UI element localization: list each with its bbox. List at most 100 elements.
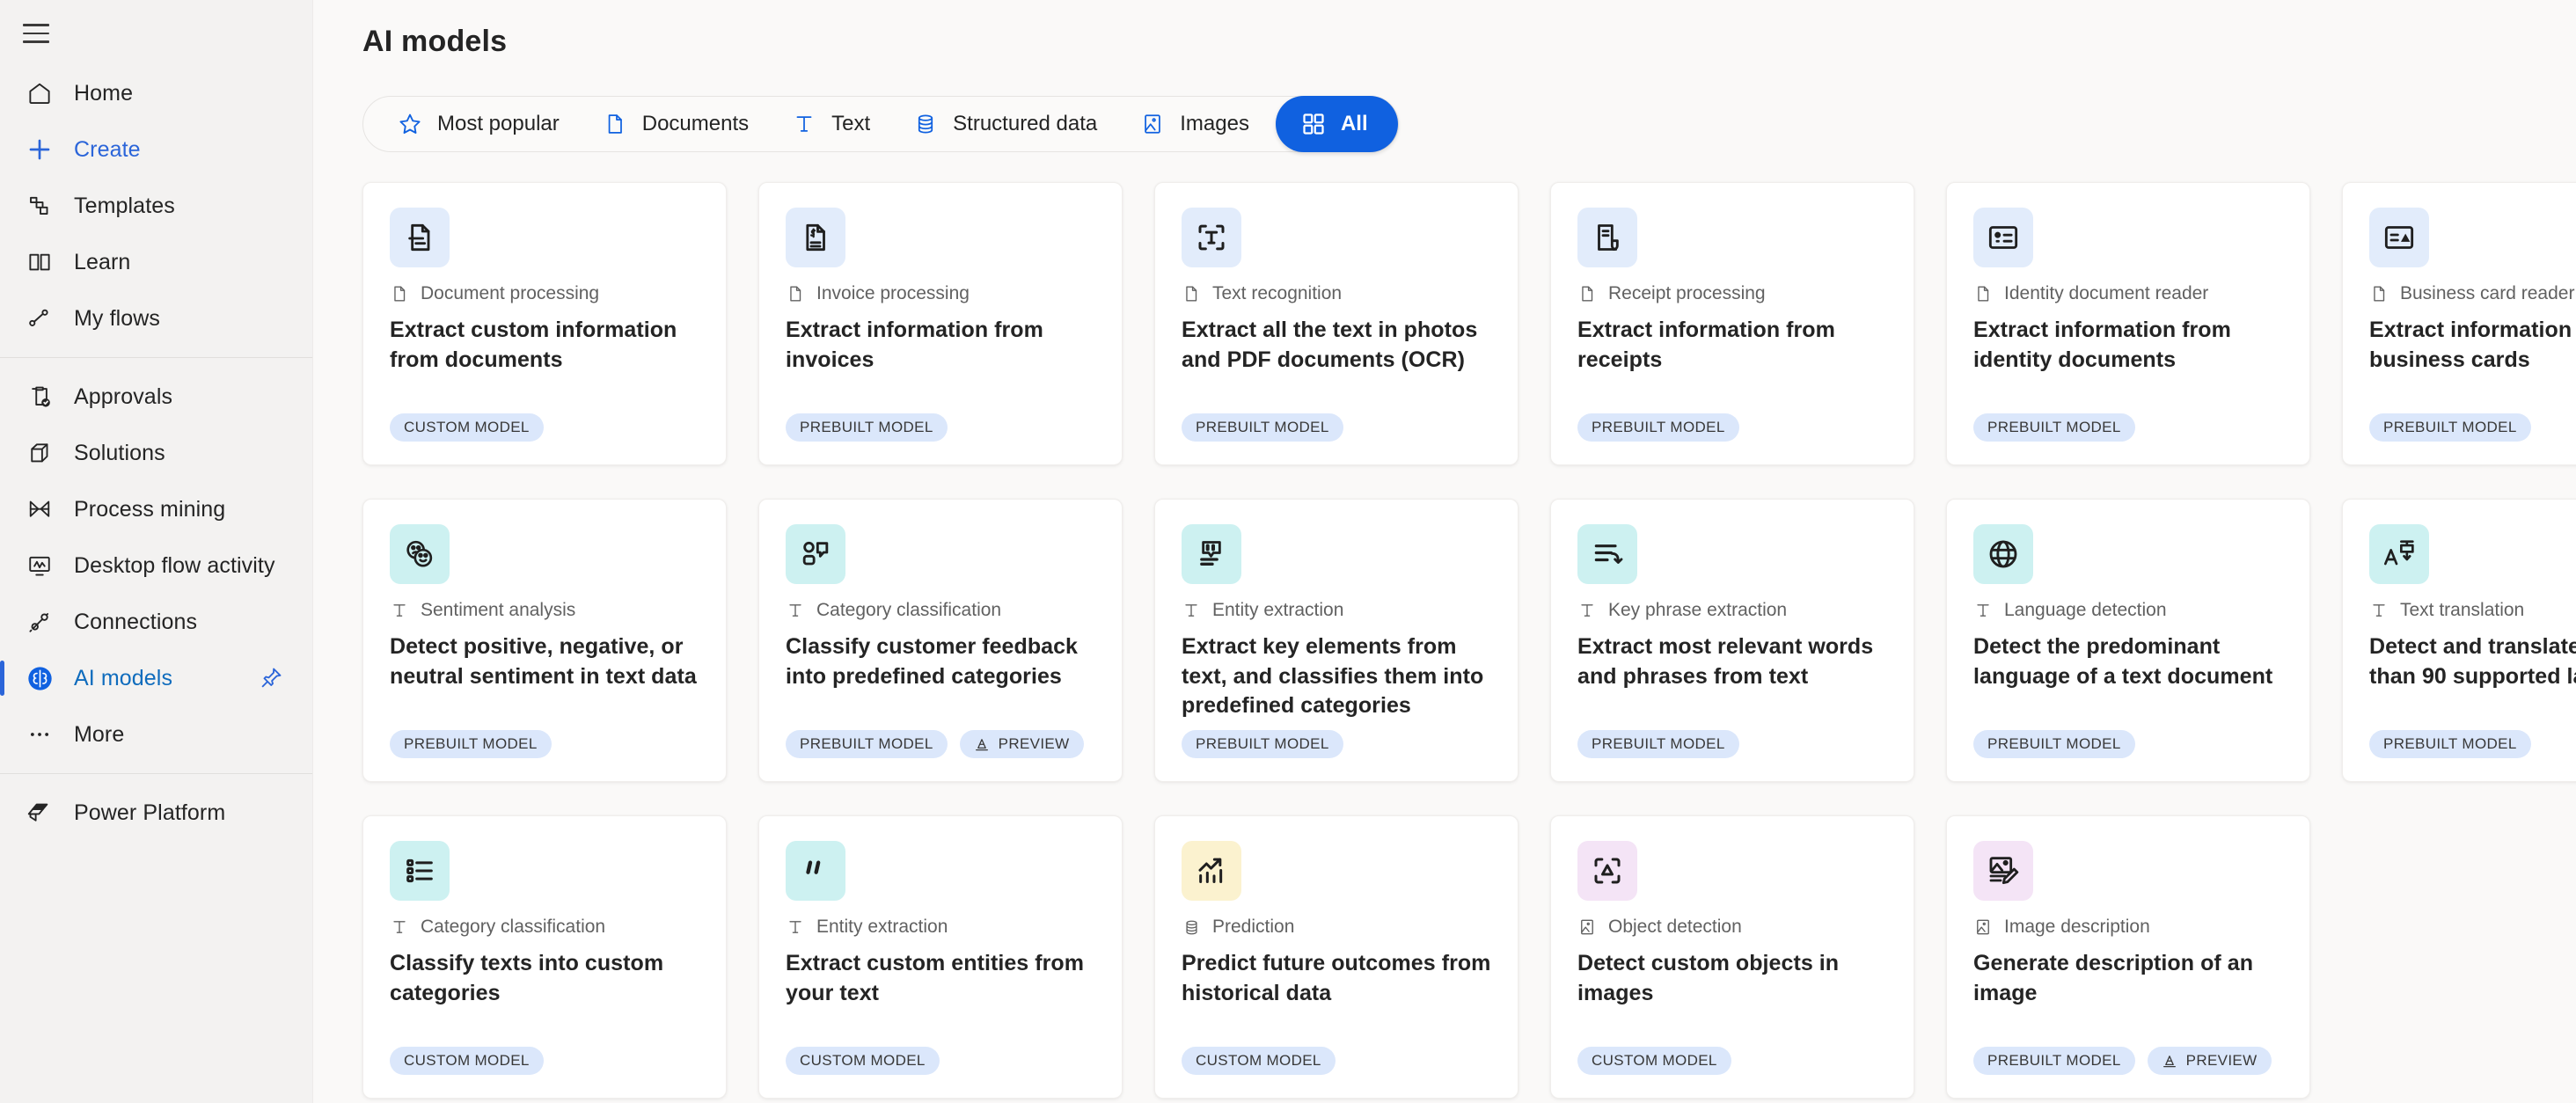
sidebar-item-solutions[interactable]: Solutions bbox=[0, 425, 312, 481]
object-detection-icon bbox=[1577, 841, 1637, 901]
status-badge-label: PREBUILT MODEL bbox=[404, 735, 538, 752]
sidebar-item-learn[interactable]: Learn bbox=[0, 234, 312, 290]
document-icon bbox=[1577, 283, 1597, 304]
filter-tab-most-popular[interactable]: Most popular bbox=[376, 99, 581, 149]
globe-icon bbox=[1973, 524, 2033, 584]
filter-tab-all[interactable]: All bbox=[1275, 96, 1398, 152]
card-kind-label: Invoice processing bbox=[816, 283, 970, 303]
pin-icon[interactable] bbox=[258, 665, 284, 691]
status-badge: PREBUILT MODEL bbox=[390, 730, 552, 758]
hamburger-bar bbox=[23, 24, 49, 26]
ai-model-card[interactable]: Sentiment analysis Detect positive, negat… bbox=[362, 499, 727, 782]
card-kind: Object detection bbox=[1577, 917, 1887, 938]
ai-model-card[interactable]: Entity extraction Extract custom entities… bbox=[758, 815, 1123, 1099]
ai-model-card[interactable]: Key phrase extraction Extract most releva… bbox=[1550, 499, 1914, 782]
ai-model-card[interactable]: Document processing Extract custom inform… bbox=[362, 182, 727, 465]
card-title: Detect custom objects in images bbox=[1577, 951, 1840, 1005]
card-kind: Key phrase extraction bbox=[1577, 600, 1887, 621]
sidebar-item-templates[interactable]: Templates bbox=[0, 178, 312, 234]
card-kind-label: Document processing bbox=[421, 283, 600, 303]
desktop-flow-icon bbox=[25, 551, 55, 581]
card-badges: PREBUILT MODEL PREVIEW bbox=[1973, 1047, 2283, 1098]
card-badges: PREBUILT MODEL PREVIEW bbox=[786, 730, 1095, 781]
translate-icon bbox=[2369, 524, 2429, 584]
sidebar-item-ai-models[interactable]: AI models bbox=[0, 650, 312, 706]
sidebar-item-connections[interactable]: Connections bbox=[0, 594, 312, 650]
filter-tab-images[interactable]: Images bbox=[1118, 99, 1270, 149]
approvals-icon bbox=[25, 382, 55, 412]
ai-model-card[interactable]: Identity document reader Extract informat… bbox=[1946, 182, 2310, 465]
card-badges: PREBUILT MODEL bbox=[786, 413, 1095, 464]
ai-model-card[interactable]: Category classification Classify customer… bbox=[758, 499, 1123, 782]
sidebar: Home Create Templates Learn My flows Approval… bbox=[0, 0, 313, 1103]
card-badges: CUSTOM MODEL bbox=[786, 1047, 1095, 1098]
status-badge-label: PREBUILT MODEL bbox=[1196, 419, 1329, 435]
status-badge: CUSTOM MODEL bbox=[1577, 1047, 1731, 1075]
ai-model-card[interactable]: Text recognition Extract all the text in … bbox=[1154, 182, 1519, 465]
card-badges: PREBUILT MODEL bbox=[2369, 730, 2576, 781]
status-badge-label: PREVIEW bbox=[2185, 1052, 2258, 1069]
filter-tab-structured-data[interactable]: Structured data bbox=[891, 99, 1118, 149]
status-badge: CUSTOM MODEL bbox=[786, 1047, 940, 1075]
card-kind-label: Business card reader bbox=[2400, 283, 2575, 303]
ai-model-card[interactable]: Image description Generate description of… bbox=[1946, 815, 2310, 1099]
ai-model-card[interactable]: Invoice processing Extract information fr… bbox=[758, 182, 1123, 465]
invoice-icon bbox=[786, 208, 845, 267]
filter-tab-label: Documents bbox=[641, 112, 750, 135]
ai-model-card[interactable]: Text translation Detect and translate mor… bbox=[2342, 499, 2576, 782]
database-icon bbox=[1182, 917, 1201, 938]
card-kind: Category classification bbox=[786, 600, 1095, 621]
card-title: Extract most relevant words and phrases … bbox=[1577, 634, 1874, 689]
card-kind-label: Entity extraction bbox=[1212, 600, 1344, 620]
card-title: Predict future outcomes from historical … bbox=[1182, 951, 1491, 1005]
filter-tab-documents[interactable]: Documents bbox=[581, 99, 770, 149]
card-kind-label: Identity document reader bbox=[2004, 283, 2209, 303]
text-icon bbox=[1577, 600, 1597, 621]
card-title: Extract custom information from document… bbox=[390, 318, 677, 372]
power-platform-icon bbox=[25, 798, 55, 828]
ai-model-card[interactable]: Prediction Predict future outcomes from h… bbox=[1154, 815, 1519, 1099]
card-kind: Category classification bbox=[390, 917, 699, 938]
templates-icon bbox=[25, 191, 55, 221]
sidebar-item-more[interactable]: More bbox=[0, 706, 312, 763]
ai-model-card[interactable]: Entity extraction Extract key elements fr… bbox=[1154, 499, 1519, 782]
sidebar-item-create[interactable]: Create bbox=[0, 121, 312, 178]
filter-tab-text[interactable]: Text bbox=[770, 99, 891, 149]
process-mining-icon bbox=[25, 494, 55, 524]
ai-model-card[interactable]: Receipt processing Extract information fr… bbox=[1550, 182, 1914, 465]
hamburger-menu-icon[interactable] bbox=[7, 7, 65, 60]
sidebar-item-process-mining[interactable]: Process mining bbox=[0, 481, 312, 537]
status-badge-label: CUSTOM MODEL bbox=[404, 1052, 530, 1069]
status-badge-label: PREBUILT MODEL bbox=[1592, 419, 1725, 435]
list-icon bbox=[390, 841, 450, 901]
status-badge: PREBUILT MODEL bbox=[2369, 413, 2531, 442]
status-badge: PREBUILT MODEL bbox=[1973, 1047, 2135, 1075]
card-kind: Identity document reader bbox=[1973, 283, 2283, 304]
document-icon bbox=[390, 283, 409, 304]
sidebar-item-label: Templates bbox=[74, 193, 175, 218]
card-badges: PREBUILT MODEL bbox=[1973, 413, 2283, 464]
preview-cone-icon bbox=[2162, 1053, 2177, 1069]
sidebar-item-desktop-flow-activity[interactable]: Desktop flow activity bbox=[0, 537, 312, 594]
sidebar-item-approvals[interactable]: Approvals bbox=[0, 369, 312, 425]
card-kind-label: Entity extraction bbox=[816, 917, 948, 937]
card-kind-label: Receipt processing bbox=[1608, 283, 1766, 303]
document-icon bbox=[602, 111, 628, 137]
card-badges: PREBUILT MODEL bbox=[1182, 730, 1491, 781]
status-badge: PREBUILT MODEL bbox=[1182, 730, 1343, 758]
card-badges: PREBUILT MODEL bbox=[1973, 730, 2283, 781]
status-badge-label: PREBUILT MODEL bbox=[1987, 419, 2121, 435]
home-icon bbox=[25, 78, 55, 108]
ai-model-card[interactable]: Business card reader Extract information … bbox=[2342, 182, 2576, 465]
card-title: Extract information from invoices bbox=[786, 318, 1043, 372]
card-kind-label: Category classification bbox=[421, 917, 606, 937]
sidebar-item-home[interactable]: Home bbox=[0, 65, 312, 121]
sidebar-item-my-flows[interactable]: My flows bbox=[0, 290, 312, 347]
filter-bar-wrap: Most popular Documents Text Structured data… bbox=[313, 59, 2576, 152]
sidebar-item-power-platform[interactable]: Power Platform bbox=[0, 785, 312, 841]
card-kind-label: Category classification bbox=[816, 600, 1002, 620]
filter-tab-label: All bbox=[1340, 112, 1368, 135]
ai-model-card[interactable]: Language detection Detect the predominant… bbox=[1946, 499, 2310, 782]
ai-model-card[interactable]: Category classification Classify texts in… bbox=[362, 815, 727, 1099]
ai-model-card[interactable]: Object detection Detect custom objects in… bbox=[1550, 815, 1914, 1099]
